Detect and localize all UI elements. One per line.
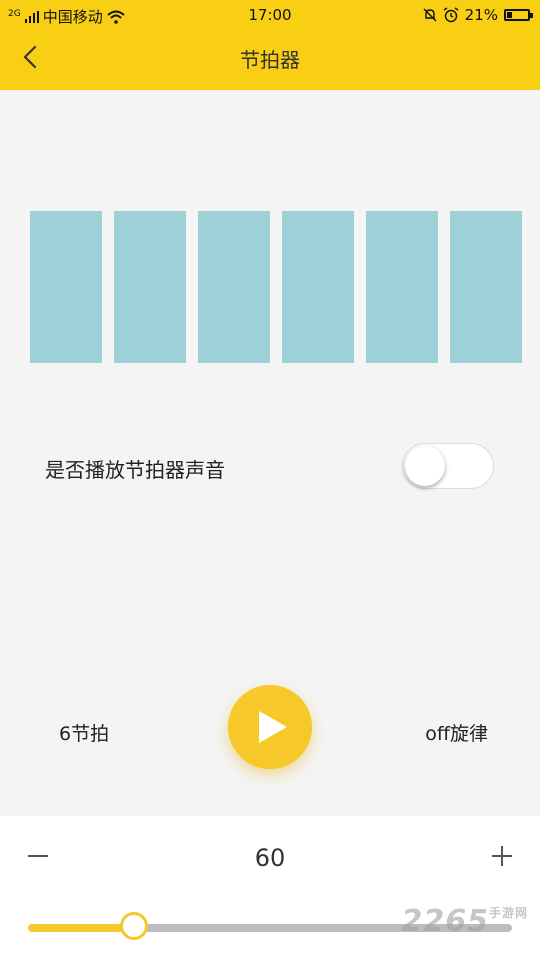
battery-percent: 21% — [464, 6, 498, 24]
status-bar: 2G 中国移动 17:00 21% — [0, 0, 540, 30]
beat-indicator — [282, 211, 354, 363]
nav-bar: 节拍器 — [0, 30, 540, 86]
beats-count-selector[interactable]: 6节拍 — [59, 719, 109, 746]
beat-indicator — [114, 211, 186, 363]
battery-icon — [504, 9, 533, 21]
app-header: 2G 中国移动 17:00 21% 节拍器 — [0, 0, 540, 90]
tempo-value: 60 — [254, 844, 286, 872]
playback-controls: 6节拍 off旋律 — [0, 685, 540, 775]
sound-setting-row: 是否播放节拍器声音 — [0, 440, 540, 490]
plus-icon — [492, 846, 512, 866]
beat-indicator — [450, 211, 522, 363]
sound-setting-label: 是否播放节拍器声音 — [45, 458, 225, 482]
bell-muted-icon — [423, 8, 437, 22]
beat-indicator — [198, 211, 270, 363]
beat-indicator — [366, 211, 438, 363]
beat-indicator — [30, 211, 102, 363]
increase-tempo-button[interactable] — [490, 844, 514, 868]
sound-toggle[interactable] — [402, 443, 494, 489]
watermark-number: 2265 — [401, 904, 489, 939]
toggle-knob — [405, 446, 445, 486]
play-button[interactable] — [228, 685, 312, 769]
tempo-slider-fill — [28, 924, 135, 932]
page-title: 节拍器 — [240, 48, 300, 72]
beat-indicators — [30, 211, 522, 363]
status-right: 21% — [423, 6, 533, 24]
melody-selector[interactable]: off旋律 — [425, 719, 488, 746]
watermark-sub: 手游网 — [488, 906, 528, 920]
alarm-icon — [443, 7, 459, 23]
tempo-slider-thumb[interactable] — [120, 912, 149, 940]
play-icon — [259, 711, 287, 743]
watermark-logo: 2265手游网 — [401, 904, 528, 939]
